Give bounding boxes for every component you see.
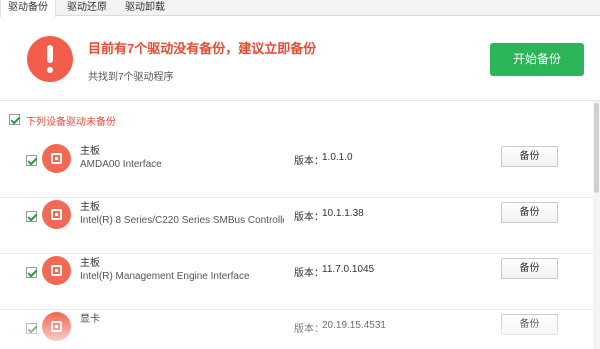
device-checkbox[interactable] [26,155,37,166]
list-scrollbar[interactable] [593,101,600,349]
section-title: 下列设备驱动未备份 [26,117,116,128]
device-row: 显卡 版本： 20.19.15.4531 备份 [0,310,600,349]
driver-count-text: 共找到7个驱动程序 [88,72,174,83]
device-row: 主板 Intel(R) 8 Series/C220 Series SMBus C… [0,198,600,254]
tab-driver-backup[interactable]: 驱动备份 [0,0,56,17]
backup-button[interactable]: 备份 [501,314,558,335]
device-version: 1.0.1.0 [322,152,353,163]
backup-button[interactable]: 备份 [501,258,558,279]
tab-driver-restore[interactable]: 驱动还原 [60,0,114,16]
select-all-checkbox[interactable] [9,114,20,125]
version-label: 版本： [294,324,324,335]
version-label: 版本： [294,212,324,223]
motherboard-icon [42,256,71,285]
tab-driver-uninstall[interactable]: 驱动卸载 [118,0,172,16]
version-label: 版本： [294,156,324,167]
device-name: Intel(R) 8 Series/C220 Series SMBus Cont… [80,215,284,226]
tab-bar: 驱动备份 驱动还原 驱动卸载 [0,0,600,17]
device-row: 主板 Intel(R) Management Engine Interface … [0,254,600,310]
start-backup-button[interactable]: 开始备份 [490,43,584,76]
motherboard-icon [42,200,71,229]
device-version: 20.19.15.4531 [322,320,386,331]
device-type: 显卡 [80,314,100,325]
device-type: 主板 [80,258,100,269]
device-checkbox[interactable] [26,267,37,278]
device-version: 11.7.0.1045 [322,264,375,275]
warning-exclamation-icon [27,36,73,82]
device-name: Intel(R) Management Engine Interface [80,271,250,282]
version-label: 版本： [294,268,324,279]
device-row: 主板 AMDA00 Interface 版本： 1.0.1.0 备份 [0,142,600,198]
device-version: 10.1.1.38 [322,208,364,219]
backup-button[interactable]: 备份 [501,146,558,167]
status-headline: 目前有7个驱动没有备份，建议立即备份 [88,41,317,56]
device-type: 主板 [80,202,100,213]
graphics-card-icon [42,312,71,341]
scrollbar-thumb[interactable] [594,103,599,193]
device-checkbox[interactable] [26,211,37,222]
motherboard-icon [42,144,71,173]
device-type: 主板 [80,146,100,157]
backup-button[interactable]: 备份 [501,202,558,223]
device-checkbox[interactable] [26,323,37,334]
device-name: AMDA00 Interface [80,159,162,170]
